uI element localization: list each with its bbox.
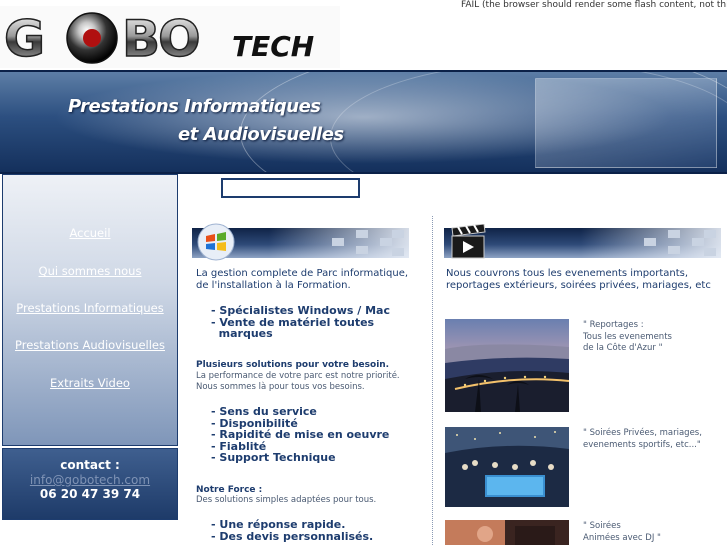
bullet-item: - Sens du service <box>211 405 317 418</box>
av-intro: Nous couvrons tous les evenements import… <box>446 268 711 292</box>
caption-line: " Soirées <box>583 521 621 531</box>
banner-title-line2: et Audiovisuelles <box>178 124 344 145</box>
caption-line: Animées avec DJ " <box>583 532 661 543</box>
header-checker-pattern <box>644 228 721 258</box>
it-intro-line1: La gestion complete de Parc informatique… <box>196 268 409 279</box>
banner-title-line1: Prestations Informatiques <box>68 96 321 117</box>
bullet-item: - Une réponse rapide. <box>211 518 346 531</box>
logo-text-g: G <box>4 10 43 68</box>
column-divider <box>432 216 433 545</box>
solutions-text-line2: Nous sommes là pour tous vos besoins. <box>196 382 365 392</box>
sidebar: Accueil Qui sommes nous Prestations Info… <box>0 174 178 520</box>
nav-link-extraits-video[interactable]: Extraits Video <box>3 376 177 390</box>
banner: Prestations Informatiques et Audiovisuel… <box>0 70 727 174</box>
search-button[interactable] <box>362 178 394 198</box>
logo-lens-red <box>83 29 101 47</box>
caption-line: de la Côte d'Azur " <box>583 343 663 353</box>
caption-line: Tous les evenements <box>583 331 672 342</box>
bullet-item: - Spécialistes Windows / Mac <box>211 304 390 317</box>
av-intro-line1: Nous couvrons tous les evenements import… <box>446 268 689 279</box>
nav-link-prestations-audiovisuelles[interactable]: Prestations Audiovisuelles <box>3 338 177 352</box>
reportages-photo[interactable] <box>445 319 569 412</box>
search-input[interactable] <box>221 178 360 198</box>
clapperboard-icon <box>451 224 486 259</box>
av-intro-line2: reportages extérieurs, soirées privées, … <box>446 280 711 291</box>
it-bullets-1: - Spécialistes Windows / Mac - Vente de … <box>211 305 390 340</box>
nav-link-prestations-informatiques[interactable]: Prestations Informatiques <box>3 301 177 315</box>
soirees-dj-photo[interactable] <box>445 520 569 545</box>
it-section-header <box>192 223 409 261</box>
it-bullets-3: - Une réponse rapide. - Des devis person… <box>211 519 373 542</box>
header-checker-pattern <box>332 228 409 258</box>
soirees-privees-photo[interactable] <box>445 427 569 507</box>
bullet-item: - Support Technique <box>211 451 336 464</box>
force-text: Des solutions simples adaptées pour tous… <box>196 495 377 505</box>
contact-title: contact : <box>60 458 120 472</box>
nav-link-accueil[interactable]: Accueil <box>3 226 177 240</box>
bullet-item: - Des devis personnalisés. <box>211 529 374 543</box>
flash-fail-notice: FAIL (the browser should render some fla… <box>461 0 727 10</box>
it-intro-line2: de l'installation à la Formation. <box>196 280 351 291</box>
reportages-caption: " Reportages : Tous les evenements de la… <box>583 320 672 355</box>
banner-decor-card <box>535 78 717 168</box>
gobotech-logo[interactable]: G BO TECH <box>0 6 340 68</box>
contact-phone: 06 20 47 39 74 <box>39 487 141 501</box>
logo-text-tech: TECH <box>232 30 314 63</box>
bullet-item: - Rapidité de mise en oeuvre <box>211 428 390 441</box>
solutions-text: La performance de votre parc est notre p… <box>196 371 400 393</box>
caption-line: " Reportages : <box>583 320 644 330</box>
solutions-heading: Plusieurs solutions pour votre besoin. <box>196 360 390 370</box>
soirees-dj-caption: " Soirées Animées avec DJ " <box>583 521 661 544</box>
av-section-header <box>444 224 721 259</box>
logo-graphic: G BO TECH <box>3 9 314 68</box>
it-bullets-2: - Sens du service - Disponibilité - Rapi… <box>211 406 389 464</box>
soirees-privees-caption: " Soirées Privées, mariages, evenements … <box>583 428 702 451</box>
caption-line: evenements sportifs, etc..." <box>583 439 701 450</box>
bullet-item: marques <box>211 327 273 340</box>
windows-logo-icon <box>197 223 235 261</box>
logo-text-bo: BO <box>122 10 199 68</box>
sidebar-nav: Accueil Qui sommes nous Prestations Info… <box>2 174 178 446</box>
contact-box: contact : info@gobotech.com 06 20 47 39 … <box>2 448 178 520</box>
contact-email-link[interactable]: info@gobotech.com <box>3 473 177 487</box>
nav-link-qui-sommes-nous[interactable]: Qui sommes nous <box>3 264 177 278</box>
caption-line: " Soirées Privées, mariages, <box>583 428 702 438</box>
it-intro: La gestion complete de Parc informatique… <box>196 268 408 292</box>
solutions-text-line1: La performance de votre parc est notre p… <box>196 371 400 381</box>
